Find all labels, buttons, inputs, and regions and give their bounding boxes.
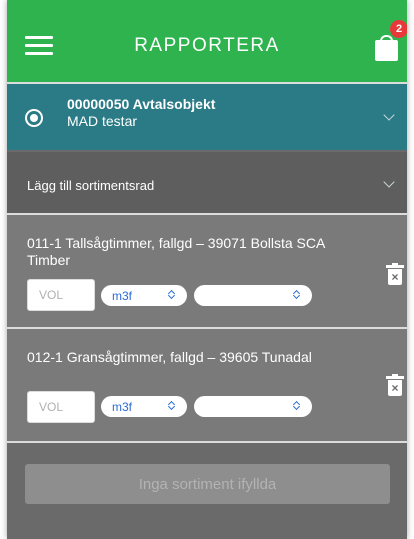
unit-select[interactable]: m3f [101,396,187,417]
volume-input[interactable] [27,391,95,423]
app-frame: RAPPORTERA 2 00000050 Avtalsobjekt MAD t… [7,0,407,539]
shopping-bag-icon[interactable] [375,34,401,62]
unit-select-value: m3f [112,289,133,303]
app-header: RAPPORTERA 2 [7,0,407,82]
cart-count-badge: 2 [390,20,407,38]
product-row: 012-1 Gransågtimmer, fallgd – 39605 Tuna… [7,329,407,441]
add-sortiment-row[interactable]: Lägg till sortimentsrad [7,152,407,213]
product-name: 012-1 Gransågtimmer, fallgd – 39605 Tuna… [27,349,312,365]
delete-trash-icon[interactable]: × [386,263,404,285]
chevron-down-icon[interactable] [383,176,395,188]
page-title: RAPPORTERA [134,35,280,56]
agreement-subtitle: MAD testar [67,113,138,129]
select-arrows-icon [167,289,176,301]
select-arrows-icon [167,400,176,412]
unit-select-value: m3f [112,400,133,414]
submit-report-button[interactable]: Inga sortiment ifyllda [25,464,390,504]
add-sortiment-label: Lägg till sortimentsrad [27,178,155,193]
assortment-select[interactable] [194,396,312,417]
product-name: 011-1 Tallsågtimmer, fallgd – 39071 Boll… [27,235,325,268]
select-arrows-icon [292,400,301,412]
select-arrows-icon [292,289,301,301]
footer: Inga sortiment ifyllda [7,443,407,539]
agreement-title: 00000050 Avtalsobjekt [67,96,216,112]
product-row: 011-1 Tallsågtimmer, fallgd – 39071 Boll… [7,215,407,327]
chevron-down-icon[interactable] [383,109,395,121]
volume-input[interactable] [27,279,95,311]
radio-selected-icon[interactable] [25,109,43,127]
agreement-selector[interactable]: 00000050 Avtalsobjekt MAD testar [7,82,407,150]
unit-select[interactable]: m3f [101,285,187,306]
assortment-select[interactable] [194,285,312,306]
delete-trash-icon[interactable]: × [386,374,404,396]
